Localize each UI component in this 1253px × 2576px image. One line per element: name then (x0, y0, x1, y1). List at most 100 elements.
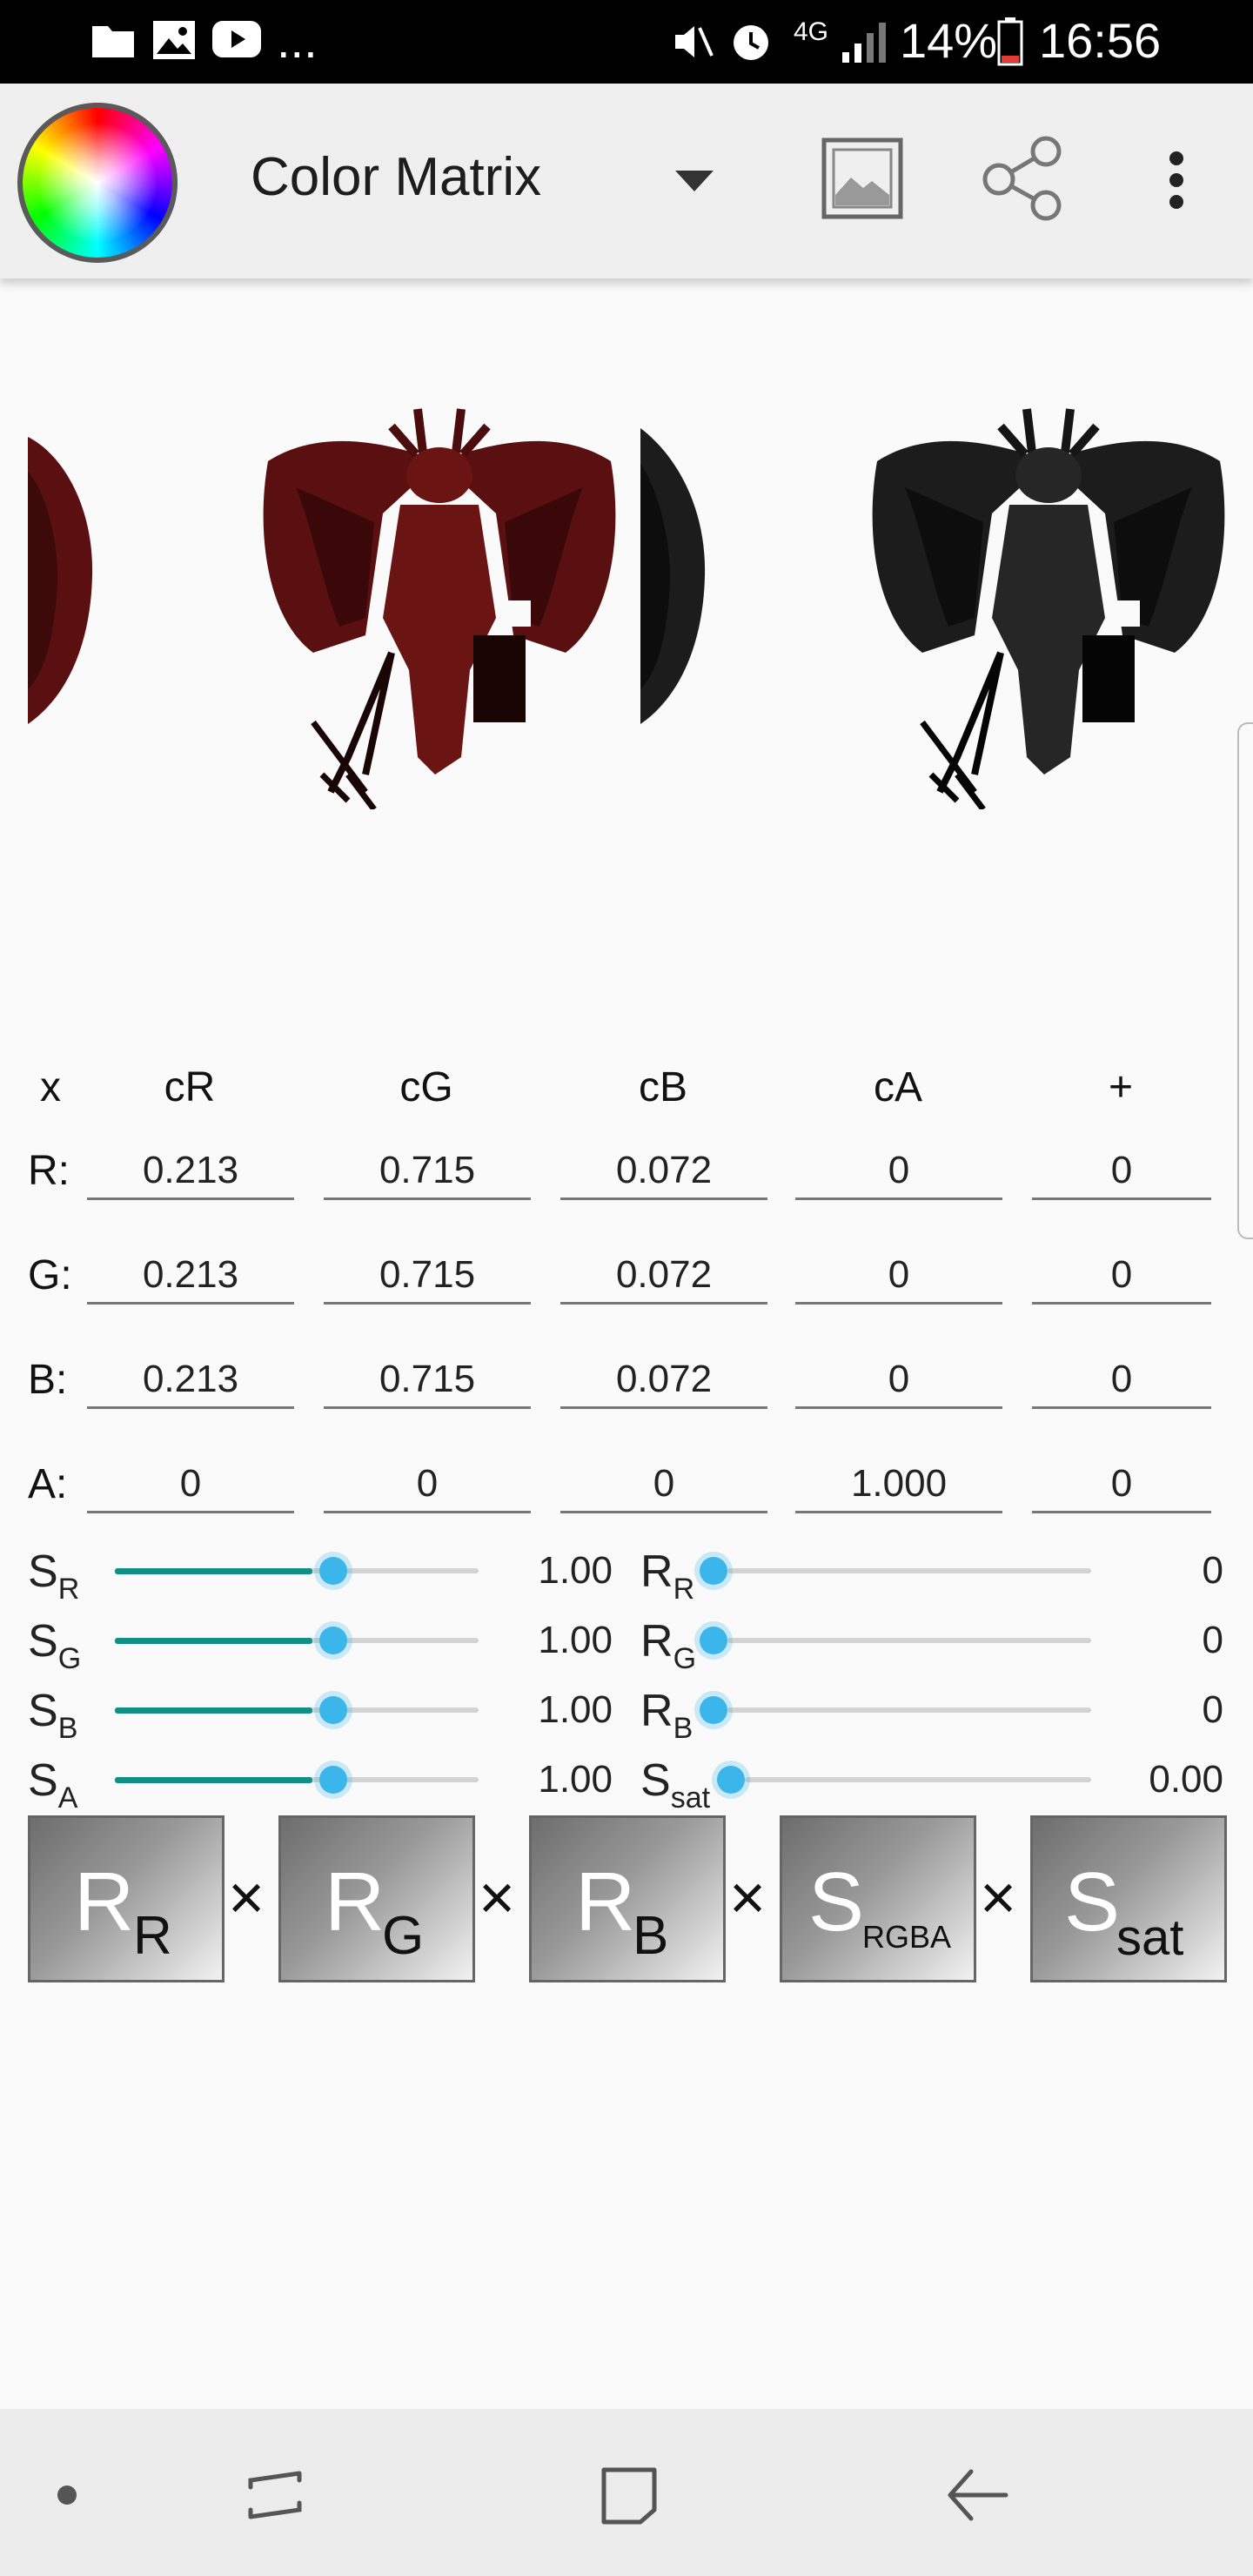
slider-value: 0.00 (1149, 1758, 1223, 1801)
dropdown-arrow-icon[interactable] (675, 171, 714, 191)
button-label: R (74, 1855, 135, 1949)
image-preview-strip[interactable] (0, 296, 1253, 1079)
matrix-cell[interactable]: 1.000 (795, 1457, 1002, 1513)
button-sublabel: R (133, 1906, 172, 1966)
matrix-cell[interactable]: 0.715 (324, 1248, 531, 1305)
slider-label: SB (28, 1686, 78, 1745)
col-header-cB: cB (638, 1064, 688, 1110)
recents-icon[interactable] (245, 2465, 306, 2526)
slider-thumb[interactable] (318, 1627, 347, 1654)
slider-fill (115, 1638, 312, 1644)
slider-fill (115, 1568, 312, 1574)
app-bar: Color Matrix (0, 84, 1253, 278)
slider-track[interactable] (727, 1638, 1091, 1643)
slider-label: RG (640, 1616, 697, 1675)
row-label: A: (28, 1461, 68, 1507)
original-image-partial (28, 437, 93, 724)
col-header-cR: cR (164, 1064, 216, 1110)
col-header-offset: + (1108, 1064, 1134, 1110)
button-sublabel: RGBA (862, 1919, 952, 1955)
back-icon[interactable] (945, 2466, 1009, 2524)
slider-label: RR (640, 1546, 695, 1606)
slider-track[interactable] (745, 1777, 1091, 1782)
filtered-image-partial (640, 428, 706, 724)
rotate-g-button[interactable]: R G (278, 1815, 475, 1982)
original-image (263, 408, 616, 809)
multiply-symbol: × (228, 1863, 265, 1933)
matrix-cell[interactable]: 0 (1032, 1144, 1211, 1200)
multiply-symbol: × (729, 1863, 767, 1933)
col-header-cG: cG (399, 1064, 453, 1110)
slider-label: SG (28, 1616, 82, 1675)
matrix-cell[interactable]: 0 (795, 1352, 1002, 1409)
matrix-cell[interactable]: 0.072 (560, 1248, 767, 1305)
slider-thumb[interactable] (717, 1766, 745, 1794)
button-sublabel: sat (1116, 1909, 1184, 1966)
battery-percent: 14% (900, 13, 998, 68)
matrix-cell[interactable]: 0 (1032, 1457, 1211, 1513)
scale-rgba-button[interactable]: S RGBA (780, 1815, 976, 1982)
navigation-bar (0, 2409, 1253, 2576)
matrix-cell[interactable]: 0.072 (560, 1144, 767, 1200)
slider-thumb[interactable] (700, 1627, 727, 1654)
slider-value: 0 (1202, 1688, 1223, 1731)
mute-icon (675, 26, 714, 57)
matrix-cell[interactable]: 0.213 (87, 1248, 294, 1305)
battery-icon (997, 17, 1023, 66)
button-label: R (325, 1855, 385, 1949)
scroll-indicator[interactable] (1237, 722, 1253, 1239)
slider-label: SR (28, 1546, 80, 1606)
matrix-cell[interactable]: 0 (1032, 1248, 1211, 1305)
matrix-cell[interactable]: 0 (1032, 1352, 1211, 1409)
slider-thumb[interactable] (318, 1557, 347, 1585)
col-header-cA: cA (873, 1064, 923, 1110)
slider-thumb[interactable] (318, 1766, 347, 1794)
slider-fill (115, 1777, 312, 1783)
multiply-symbol: × (980, 1863, 1017, 1933)
matrix-cell[interactable]: 0 (87, 1457, 294, 1513)
slider-label: Ssat (640, 1755, 711, 1815)
more-vert-icon[interactable] (1166, 150, 1187, 211)
button-label: S (1064, 1855, 1121, 1949)
slider-thumb[interactable] (700, 1696, 727, 1724)
signal-icon (842, 23, 886, 63)
slider-track[interactable] (727, 1568, 1091, 1573)
image-icon[interactable] (821, 138, 903, 219)
slider-thumb[interactable] (318, 1696, 347, 1724)
matrix-cell[interactable]: 0.715 (324, 1352, 531, 1409)
saturation-button[interactable]: S sat (1030, 1815, 1227, 1982)
share-icon[interactable] (982, 136, 1065, 221)
youtube-icon (212, 21, 261, 57)
slider-track[interactable] (727, 1707, 1091, 1713)
dot-icon[interactable] (56, 2484, 78, 2506)
button-sublabel: B (633, 1906, 669, 1966)
app-title[interactable]: Color Matrix (251, 146, 541, 208)
color-wheel-icon[interactable] (17, 103, 178, 263)
matrix-cell[interactable]: 0.213 (87, 1144, 294, 1200)
slider-value: 1.00 (538, 1619, 613, 1661)
gallery-icon (153, 21, 195, 59)
filtered-image (872, 408, 1225, 809)
matrix-cell[interactable]: 0.072 (560, 1352, 767, 1409)
slider-value: 0 (1202, 1549, 1223, 1592)
slider-value: 1.00 (538, 1549, 613, 1592)
slider-value: 1.00 (538, 1688, 613, 1731)
matrix-cell[interactable]: 0.715 (324, 1144, 531, 1200)
rotate-r-button[interactable]: R R (28, 1815, 224, 1982)
slider-thumb[interactable] (700, 1557, 727, 1585)
rotate-b-button[interactable]: R B (529, 1815, 726, 1982)
slider-label: SA (28, 1755, 78, 1815)
alarm-icon (734, 25, 768, 60)
home-icon[interactable] (600, 2466, 658, 2526)
matrix-cell[interactable]: 0.213 (87, 1352, 294, 1409)
matrix-cell[interactable]: 0 (795, 1248, 1002, 1305)
matrix-cell[interactable]: 0 (795, 1144, 1002, 1200)
status-bar: ... 4G 14% 16:56 (0, 0, 1253, 84)
slider-fill (115, 1707, 312, 1714)
matrix-cell[interactable]: 0 (324, 1457, 531, 1513)
slider-value: 0 (1202, 1619, 1223, 1661)
matrix-cell[interactable]: 0 (560, 1457, 767, 1513)
button-label: R (575, 1855, 636, 1949)
button-label: S (808, 1855, 865, 1949)
notification-more: ... (277, 13, 318, 68)
